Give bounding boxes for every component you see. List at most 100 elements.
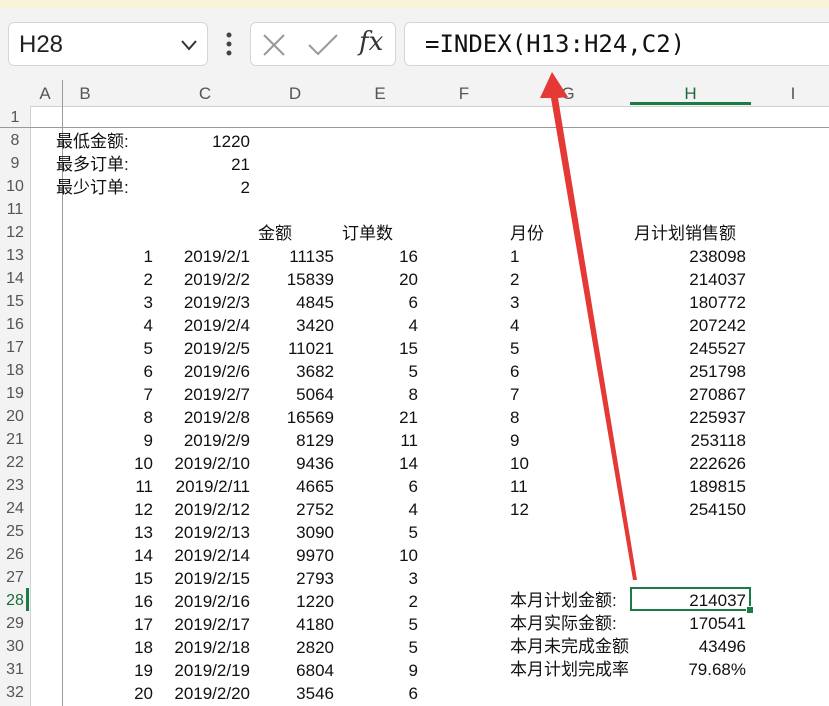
col-header-i[interactable]: I — [751, 84, 829, 104]
table-cell-row-amount[interactable]: 6804 — [252, 659, 334, 682]
table-cell-row-amount[interactable]: 11135 — [252, 245, 334, 268]
table-cell-row-date[interactable]: 2019/2/1 — [158, 245, 250, 268]
header-plan-sales[interactable]: 月计划销售额 — [634, 222, 736, 245]
table-cell-row-date[interactable]: 2019/2/18 — [158, 636, 250, 659]
table-cell-row-amount[interactable]: 4665 — [252, 475, 334, 498]
table-cell-row-date[interactable]: 2019/2/6 — [158, 360, 250, 383]
table-cell-plan-sales[interactable]: 251798 — [634, 360, 746, 383]
max-orders-value[interactable]: 21 — [158, 153, 250, 176]
table-cell-row-number[interactable]: 4 — [63, 314, 153, 337]
row-header-15[interactable]: 15 — [0, 290, 30, 313]
table-cell-row-amount[interactable]: 9970 — [252, 544, 334, 567]
table-cell-plan-sales[interactable]: 214037 — [634, 268, 746, 291]
col-header-b[interactable]: B — [63, 84, 107, 104]
table-cell-row-number[interactable]: 5 — [63, 337, 153, 360]
row-header-12[interactable]: 12 — [0, 221, 30, 244]
table-cell-plan-sales[interactable]: 238098 — [634, 245, 746, 268]
col-header-a[interactable]: A — [30, 84, 60, 104]
min-amount-label[interactable]: 最低金额: — [56, 130, 129, 153]
table-cell-month[interactable]: 10 — [510, 452, 529, 475]
row-header-9[interactable]: 9 — [0, 152, 30, 175]
table-cell-row-orders[interactable]: 4 — [338, 498, 418, 521]
table-cell-row-number[interactable]: 18 — [63, 636, 153, 659]
min-orders-label[interactable]: 最少订单: — [56, 176, 129, 199]
row-header-17[interactable]: 17 — [0, 336, 30, 359]
table-cell-row-number[interactable]: 11 — [63, 475, 153, 498]
row-header-14[interactable]: 14 — [0, 267, 30, 290]
table-cell-row-number[interactable]: 12 — [63, 498, 153, 521]
max-orders-label[interactable]: 最多订单: — [56, 153, 129, 176]
row-header-23[interactable]: 23 — [0, 474, 30, 497]
row-header-11[interactable]: 11 — [0, 198, 30, 221]
x-icon[interactable] — [261, 32, 287, 58]
row-header-25[interactable]: 25 — [0, 520, 30, 543]
table-cell-row-amount[interactable]: 1220 — [252, 590, 334, 613]
table-cell-row-date[interactable]: 2019/2/13 — [158, 521, 250, 544]
formula-input[interactable]: =INDEX(H13:H24,C2) — [404, 22, 829, 66]
table-cell-row-orders[interactable]: 20 — [338, 268, 418, 291]
table-cell-plan-sales[interactable]: 253118 — [634, 429, 746, 452]
row-header-26[interactable]: 26 — [0, 543, 30, 566]
table-cell-row-date[interactable]: 2019/2/15 — [158, 567, 250, 590]
row-header-18[interactable]: 18 — [0, 359, 30, 382]
row-header-32[interactable]: 32 — [0, 681, 30, 704]
table-cell-row-orders[interactable]: 4 — [338, 314, 418, 337]
remaining-amount-label[interactable]: 本月未完成金额 — [510, 635, 630, 658]
table-cell-row-orders[interactable]: 5 — [338, 360, 418, 383]
table-cell-row-number[interactable]: 13 — [63, 521, 153, 544]
table-cell-row-date[interactable]: 2019/2/7 — [158, 383, 250, 406]
table-cell-row-amount[interactable]: 16569 — [252, 406, 334, 429]
min-amount-value[interactable]: 1220 — [158, 130, 250, 153]
header-month[interactable]: 月份 — [510, 222, 544, 245]
row-header-24[interactable]: 24 — [0, 497, 30, 520]
table-cell-row-date[interactable]: 2019/2/4 — [158, 314, 250, 337]
header-orders[interactable]: 订单数 — [342, 222, 393, 245]
table-cell-row-number[interactable]: 19 — [63, 659, 153, 682]
table-cell-month[interactable]: 1 — [510, 245, 519, 268]
table-cell-month[interactable]: 6 — [510, 360, 519, 383]
table-cell-row-number[interactable]: 16 — [63, 590, 153, 613]
table-cell-row-orders[interactable]: 6 — [338, 291, 418, 314]
table-cell-row-amount[interactable]: 5064 — [252, 383, 334, 406]
table-cell-row-date[interactable]: 2019/2/20 — [158, 682, 250, 705]
table-cell-plan-sales[interactable]: 225937 — [634, 406, 746, 429]
table-cell-row-orders[interactable]: 10 — [338, 544, 418, 567]
table-cell-row-amount[interactable]: 3090 — [252, 521, 334, 544]
row-header-31[interactable]: 31 — [0, 658, 30, 681]
table-cell-row-date[interactable]: 2019/2/10 — [158, 452, 250, 475]
table-cell-plan-sales[interactable]: 270867 — [634, 383, 746, 406]
header-amount[interactable]: 金额 — [258, 222, 292, 245]
row-header-19[interactable]: 19 — [0, 382, 30, 405]
table-cell-row-date[interactable]: 2019/2/11 — [158, 475, 250, 498]
table-cell-month[interactable]: 9 — [510, 429, 519, 452]
row-header-8[interactable]: 8 — [0, 129, 30, 152]
row-header-13[interactable]: 13 — [0, 244, 30, 267]
selected-cell-h28[interactable] — [630, 587, 751, 611]
table-cell-row-orders[interactable]: 5 — [338, 521, 418, 544]
table-cell-plan-sales[interactable]: 180772 — [634, 291, 746, 314]
row-header-20[interactable]: 20 — [0, 405, 30, 428]
table-cell-plan-sales[interactable]: 254150 — [634, 498, 746, 521]
table-cell-row-orders[interactable]: 3 — [338, 567, 418, 590]
table-cell-row-amount[interactable]: 2820 — [252, 636, 334, 659]
table-cell-row-orders[interactable]: 9 — [338, 659, 418, 682]
table-cell-row-amount[interactable]: 3682 — [252, 360, 334, 383]
table-cell-month[interactable]: 11 — [510, 475, 528, 498]
col-header-d[interactable]: D — [252, 84, 338, 104]
table-cell-row-date[interactable]: 2019/2/3 — [158, 291, 250, 314]
table-cell-month[interactable]: 4 — [510, 314, 519, 337]
table-cell-row-orders[interactable]: 14 — [338, 452, 418, 475]
table-cell-row-date[interactable]: 2019/2/19 — [158, 659, 250, 682]
table-cell-row-number[interactable]: 10 — [63, 452, 153, 475]
table-cell-row-amount[interactable]: 2752 — [252, 498, 334, 521]
table-cell-row-orders[interactable]: 16 — [338, 245, 418, 268]
table-cell-row-number[interactable]: 15 — [63, 567, 153, 590]
col-header-e[interactable]: E — [338, 84, 422, 104]
table-cell-row-date[interactable]: 2019/2/16 — [158, 590, 250, 613]
table-cell-row-number[interactable]: 9 — [63, 429, 153, 452]
row-header-21[interactable]: 21 — [0, 428, 30, 451]
col-header-g[interactable]: G — [506, 84, 630, 104]
table-cell-month[interactable]: 7 — [510, 383, 519, 406]
col-header-f[interactable]: F — [422, 84, 506, 104]
table-cell-row-amount[interactable]: 8129 — [252, 429, 334, 452]
